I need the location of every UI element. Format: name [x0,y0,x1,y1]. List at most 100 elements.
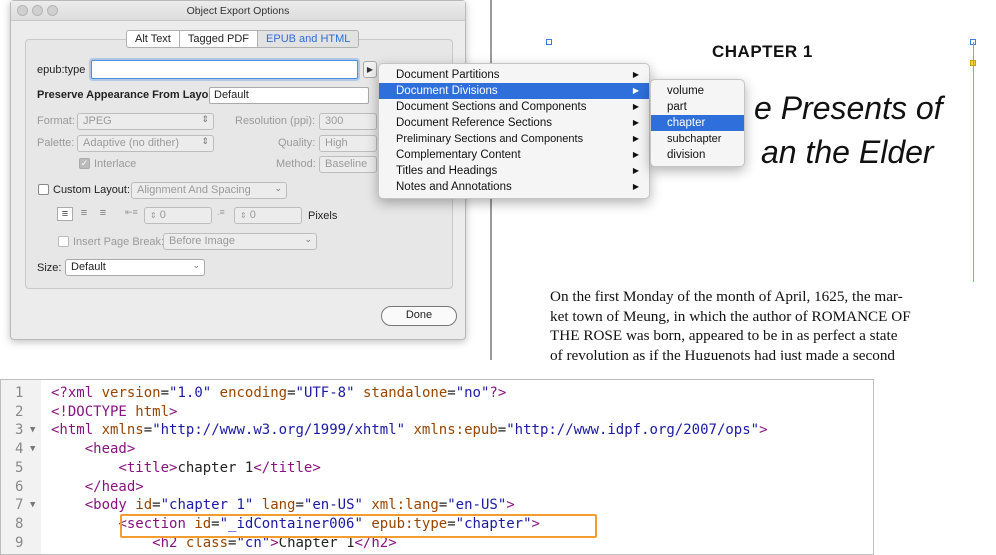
resolution-label: Resolution (ppi): [235,115,316,127]
frame-edge [973,42,974,282]
epub-type-menu-button[interactable]: ▶ [363,61,377,78]
fold-arrow-icon[interactable]: ▼ [30,421,35,440]
menu-item-label: Preliminary Sections and Components [396,133,584,145]
interlace-label: Interlace [94,158,137,170]
submenu-item-subchapter[interactable]: subchapter [651,131,744,147]
align-center-icon[interactable]: ≡ [76,207,92,221]
submenu-arrow-icon: ▶ [632,118,639,127]
submenu-arrow-icon: ▶ [632,70,639,79]
spinner-icon: ⇕ [150,211,157,220]
chevron-down-icon: ⌄ [304,234,312,244]
code-text: <title>chapter 1</title> [118,459,321,476]
custom-layout-label: Custom Layout: [53,184,131,196]
submenu-item-division[interactable]: division [651,147,744,163]
resolution-select[interactable]: 300 [319,113,377,130]
chevron-down-icon: ⌄ [192,260,200,270]
space-after-value: 0 [249,209,256,221]
title-bar[interactable]: Object Export Options [11,1,465,21]
menu-item-label: Titles and Headings [396,165,498,177]
menu-item-preliminary-sections[interactable]: Preliminary Sections and Components ▶ [379,131,649,147]
line-number: 3 [15,422,24,439]
menu-item-document-partitions[interactable]: Document Partitions ▶ [379,67,649,83]
menu-item-titles-headings[interactable]: Titles and Headings ▶ [379,163,649,179]
submenu-arrow-icon: ▶ [632,150,639,159]
code-text: <html xmlns="http://www.w3.org/1999/xhtm… [51,422,768,439]
line-number: 2 [15,403,24,420]
submenu-item-chapter[interactable]: chapter [651,115,744,131]
menu-item-document-divisions[interactable]: Document Divisions ▶ [379,83,649,99]
quality-select[interactable]: High [319,135,377,152]
fold-arrow-icon[interactable]: ▼ [30,496,35,515]
align-right-icon[interactable]: ≡ [95,207,111,221]
submenu-arrow-icon: ▶ [632,166,639,175]
submenu-arrow-icon: ▶ [632,102,639,111]
line-number: 4 [15,441,24,458]
code-editor[interactable]: 1 <?xml version="1.0" encoding="UTF-8" st… [0,379,874,555]
space-after-input[interactable]: ⇕ 0 [234,207,302,224]
epub-type-input[interactable] [91,60,358,79]
code-text: </head> [84,478,144,495]
submenu-arrow-icon: ▶ [632,86,639,95]
tab-alt-text[interactable]: Alt Text [127,31,180,47]
space-before-icon: ⇤≡ [125,207,138,217]
custom-layout-value: Alignment And Spacing [137,184,251,196]
format-select[interactable]: JPEG ⇕ [77,113,214,130]
menu-item-document-reference[interactable]: Document Reference Sections ▶ [379,115,649,131]
line-number: 6 [15,478,24,495]
quality-value: High [325,137,348,149]
menu-item-label: Notes and Annotations [396,181,512,193]
menu-item-label: Document Partitions [396,69,500,81]
tab-tagged-pdf[interactable]: Tagged PDF [180,31,259,47]
size-label: Size: [37,262,62,274]
submenu-item-volume[interactable]: volume [651,83,744,99]
format-label: Format: [37,115,75,127]
tab-epub-and-html[interactable]: EPUB and HTML [258,31,359,47]
resolution-value: 300 [325,115,344,127]
body-line: THE ROSE was born, appeared to be in as … [550,327,898,344]
page-break-checkbox[interactable] [58,236,69,247]
submenu-item-part[interactable]: part [651,99,744,115]
title-line-2: an the Elder [761,134,934,170]
menu-item-complementary-content[interactable]: Complementary Content ▶ [379,147,649,163]
method-select[interactable]: Baseline [319,156,377,173]
tab-bar: Alt Text Tagged PDF EPUB and HTML [126,30,360,48]
chevron-updown-icon: ⇕ [201,136,209,146]
method-value: Baseline [325,158,368,170]
space-before-value: 0 [159,209,166,221]
code-text: <?xml version="1.0" encoding="UTF-8" sta… [51,385,507,401]
epub-type-label: epub:type [37,64,86,76]
space-after-icon: .≡ [217,207,225,217]
code-text: <head> [84,441,136,458]
size-select[interactable]: Default ⌄ [65,259,205,276]
chevron-down-icon: ⌄ [274,183,282,193]
highlight-box [120,514,597,538]
submenu-arrow-icon: ▶ [632,182,639,191]
preserve-appearance-select[interactable]: Default [209,87,369,104]
palette-select[interactable]: Adaptive (no dither) ⇕ [77,135,214,152]
selection-handle[interactable] [546,39,552,45]
fold-arrow-icon[interactable]: ▼ [30,440,35,459]
chevron-updown-icon: ⇕ [201,114,209,124]
menu-item-label: Complementary Content [396,149,521,161]
done-button[interactable]: Done [381,306,457,326]
palette-value: Adaptive (no dither) [83,137,179,149]
line-number: 9 [15,534,24,551]
code-text: <body id="chapter 1" lang="en-US" xml:la… [84,497,515,514]
body-line: ket town of Meung, in which the author o… [550,307,911,325]
line-number: 1 [15,385,24,401]
menu-item-label: Document Sections and Components [396,101,587,113]
method-label: Method: [276,158,316,170]
body-line: of revolution as if the Huguenots had ju… [550,346,896,361]
menu-item-notes-annotations[interactable]: Notes and Annotations ▶ [379,179,649,195]
custom-layout-select[interactable]: Alignment And Spacing ⌄ [131,182,287,199]
page-break-select[interactable]: Before Image ⌄ [163,233,317,250]
menu-item-label: Document Reference Sections [396,117,552,129]
menu-item-document-sections[interactable]: Document Sections and Components ▶ [379,99,649,115]
epub-type-menu: Document Partitions ▶ Document Divisions ▶… [378,63,650,199]
line-number: 5 [15,459,24,476]
custom-layout-checkbox[interactable] [38,184,49,195]
spinner-icon: ⇕ [240,211,247,220]
align-left-icon[interactable]: ≡ [57,207,73,221]
space-before-input[interactable]: ⇕ 0 [144,207,212,224]
interlace-checkbox[interactable]: ✓ [79,158,90,169]
